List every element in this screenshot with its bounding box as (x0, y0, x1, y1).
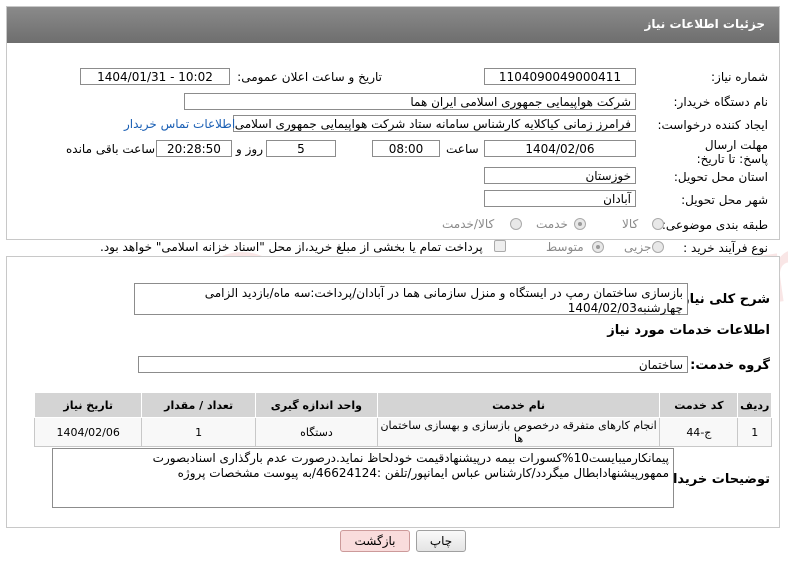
days-label: روز و (236, 142, 263, 156)
category-option-goods: کالا (622, 217, 639, 231)
treasury-payment-checkbox[interactable] (494, 240, 506, 252)
category-radio-goods[interactable] (652, 218, 664, 230)
category-option-goods-service: کالا/خدمت (442, 217, 495, 231)
cell-quantity: 1 (141, 417, 256, 447)
col-row-number: ردیف (737, 392, 772, 418)
service-group-field: ساختمان (138, 356, 688, 373)
col-service-code: کد خدمت (659, 392, 739, 418)
contact-info-link[interactable]: اطلاعات تماس خریدار (124, 117, 235, 131)
cell-need-date: 1404/02/06 (33, 417, 143, 447)
days-remaining-field: 5 (266, 140, 336, 157)
table-row: 1 ج-44 انجام کارهای متفرقه درخصوص بازساز… (33, 417, 772, 447)
time-remaining-label: ساعت باقی مانده (66, 142, 156, 156)
buyer-org-field: شرکت هواپیمایی جمهوری اسلامی ایران هما (184, 93, 636, 110)
process-type-label: نوع فرآیند خرید : (683, 241, 768, 255)
category-label: طبقه بندی موضوعی: (661, 218, 768, 232)
panel-title: جزئیات اطلاعات نیاز (644, 17, 765, 31)
panel-header: جزئیات اطلاعات نیاز (7, 7, 779, 43)
process-radio-minor[interactable] (652, 241, 664, 253)
col-service-name: نام خدمت (376, 392, 661, 418)
col-unit: واحد اندازه گیری (254, 392, 378, 418)
service-group-label: گروه خدمت: (690, 358, 770, 373)
treasury-payment-note: پرداخت تمام یا بخشی از مبلغ خرید،از محل … (100, 240, 483, 254)
services-section-title: اطلاعات خدمات مورد نیاز (607, 323, 770, 338)
col-quantity: تعداد / مقدار (141, 392, 256, 418)
need-number-label: شماره نیاز: (711, 70, 768, 84)
announce-datetime-label: تاریخ و ساعت اعلان عمومی: (237, 70, 382, 84)
category-radio-service[interactable] (574, 218, 586, 230)
creator-field: فرامرز زمانی کیاکلایه کارشناس سامانه ستا… (233, 115, 636, 132)
cell-unit: دستگاه (254, 417, 378, 447)
city-field: آبادان (484, 190, 636, 207)
deadline-time-label: ساعت (446, 142, 479, 156)
description-field: بازسازی ساختمان رمپ در ایستگاه و منزل سا… (134, 283, 688, 315)
category-radio-goods-service[interactable] (510, 218, 522, 230)
cell-row-number: 1 (737, 417, 772, 447)
deadline-date-field: 1404/02/06 (484, 140, 636, 157)
cell-service-name: انجام کارهای متفرقه درخصوص بازسازی و بهس… (376, 417, 661, 447)
back-button[interactable]: بازگشت (340, 530, 410, 552)
cell-service-code: ج-44 (659, 417, 739, 447)
category-option-service: خدمت (536, 217, 568, 231)
province-label: استان محل تحویل: (673, 170, 768, 184)
col-need-date: تاریخ نیاز (33, 392, 143, 418)
announce-datetime-field: 1404/01/31 - 10:02 (80, 68, 230, 85)
services-table: ردیف کد خدمت نام خدمت واحد اندازه گیری ت… (33, 392, 772, 447)
description-label: شرح کلی نیاز: (676, 292, 770, 307)
deadline-label: مهلت ارسال پاسخ: تا تاریخ: (696, 138, 768, 166)
need-number-field: 1104090049000411 (484, 68, 636, 85)
buyer-notes-label: توضیحات خریدار: (660, 472, 770, 487)
process-option-medium: متوسط (546, 240, 584, 254)
buyer-notes-field: پیمانکارمیبایست10%کسورات بیمه درپیشنهادق… (52, 448, 674, 508)
creator-label: ایجاد کننده درخواست: (657, 118, 768, 132)
deadline-time-field: 08:00 (372, 140, 440, 157)
process-option-minor: جزیی (624, 240, 652, 254)
process-radio-medium[interactable] (592, 241, 604, 253)
province-field: خوزستان (484, 167, 636, 184)
time-remaining-field: 20:28:50 (156, 140, 232, 157)
buyer-org-label: نام دستگاه خریدار: (673, 95, 769, 109)
city-label: شهر محل تحویل: (681, 193, 768, 207)
print-button[interactable]: چاپ (416, 530, 466, 552)
